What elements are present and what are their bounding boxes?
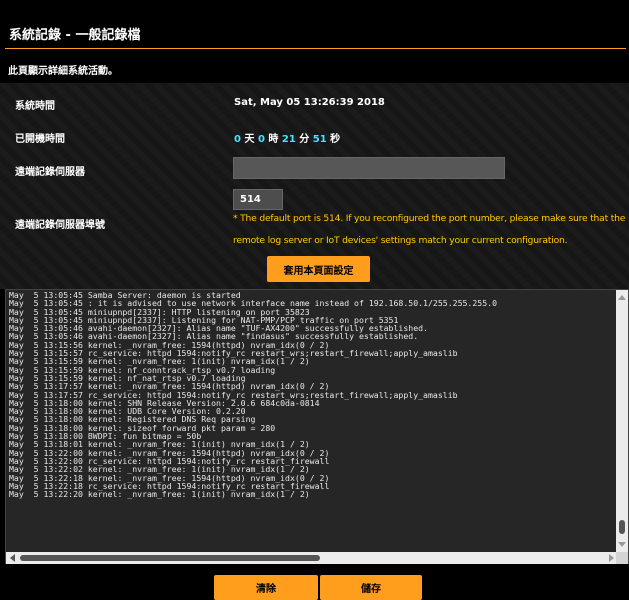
remote-log-server-input[interactable]: [233, 157, 505, 179]
page-title: 系統記錄 - 一般記錄檔: [9, 28, 141, 43]
system-time-label: 系統時間: [15, 101, 55, 112]
clear-log-button[interactable]: 清除: [214, 575, 318, 600]
uptime-seconds-unit: 秒: [330, 134, 341, 145]
uptime-minutes: 21: [281, 134, 296, 145]
page-header: 系統記錄 - 一般記錄檔: [0, 0, 629, 52]
page-description: 此頁顯示詳細系統活動。: [8, 66, 118, 77]
log-vertical-scrollbar[interactable]: [616, 290, 628, 552]
log-horizontal-scrollbar[interactable]: [6, 552, 618, 564]
log-vertical-scroll-thumb[interactable]: [619, 520, 625, 534]
save-log-button[interactable]: 儲存: [320, 575, 422, 600]
scroll-up-icon[interactable]: [618, 295, 626, 300]
scroll-right-icon[interactable]: [609, 554, 614, 562]
uptime-days-unit: 天: [244, 134, 255, 145]
scroll-left-icon[interactable]: [10, 554, 15, 562]
scrollbar-corner: [616, 552, 628, 564]
uptime-value: 0 天 0 時 21 分 51 秒: [234, 130, 340, 145]
uptime-days: 0: [234, 134, 241, 145]
port-hint-line-1: * The default port is 514. If you reconf…: [233, 213, 626, 224]
uptime-minutes-unit: 分: [299, 134, 310, 145]
uptime-seconds: 51: [312, 134, 327, 145]
uptime-hours: 0: [257, 134, 265, 145]
apply-settings-button[interactable]: 套用本頁面設定: [267, 256, 370, 282]
title-divider: [5, 48, 626, 49]
system-log-textarea[interactable]: May 5 13:05:45 Samba Server: daemon is s…: [5, 289, 629, 564]
port-hint-line-2: remote log server or IoT devices' settin…: [233, 235, 568, 246]
system-time-value: Sat, May 05 13:26:39 2018: [234, 97, 385, 108]
scroll-down-icon[interactable]: [618, 542, 626, 547]
remote-log-port-input[interactable]: 514: [233, 189, 283, 210]
log-horizontal-scroll-thumb[interactable]: [20, 555, 320, 561]
remote-log-port-label: 遠端記錄伺服器埠號: [15, 220, 105, 231]
uptime-label: 已開機時間: [15, 134, 65, 145]
uptime-hours-unit: 時: [268, 134, 279, 145]
remote-log-server-label: 遠端記錄伺服器: [15, 167, 85, 178]
log-content: May 5 13:05:45 Samba Server: daemon is s…: [9, 291, 618, 543]
log-line: May 5 13:22:20 kernel: _nvram_free: 1(in…: [9, 489, 310, 500]
